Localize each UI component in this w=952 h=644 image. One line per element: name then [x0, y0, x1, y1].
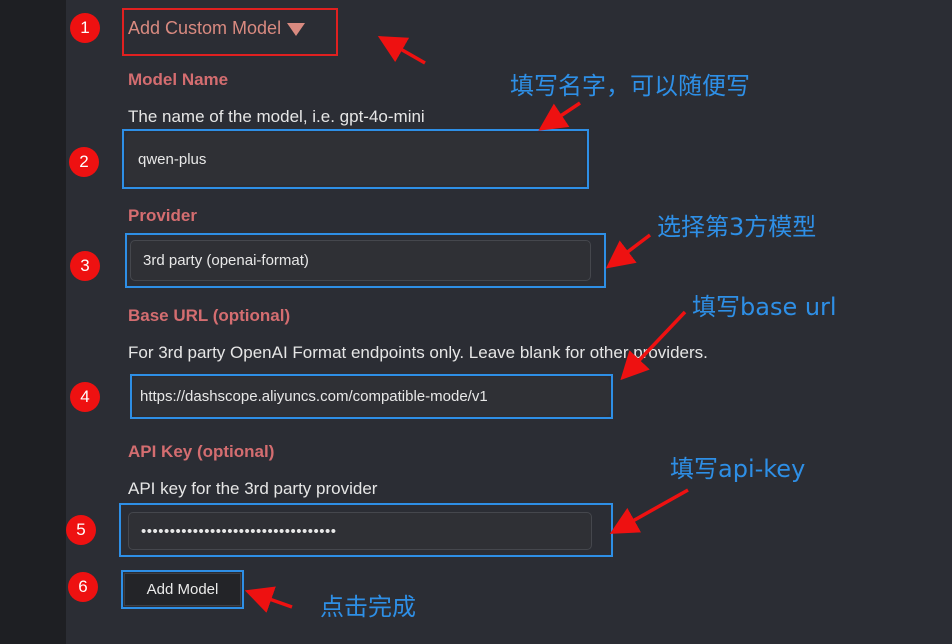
- arrow-to-name-icon: [538, 101, 581, 131]
- arrow-to-add-model-icon: [244, 586, 293, 613]
- arrow-to-base-url-icon: [620, 310, 687, 381]
- arrow-to-api-key-icon: [609, 488, 689, 534]
- arrow-to-provider-icon: [605, 233, 652, 269]
- annotation-arrows: [244, 36, 689, 613]
- arrow-to-toggle-icon: [377, 36, 426, 65]
